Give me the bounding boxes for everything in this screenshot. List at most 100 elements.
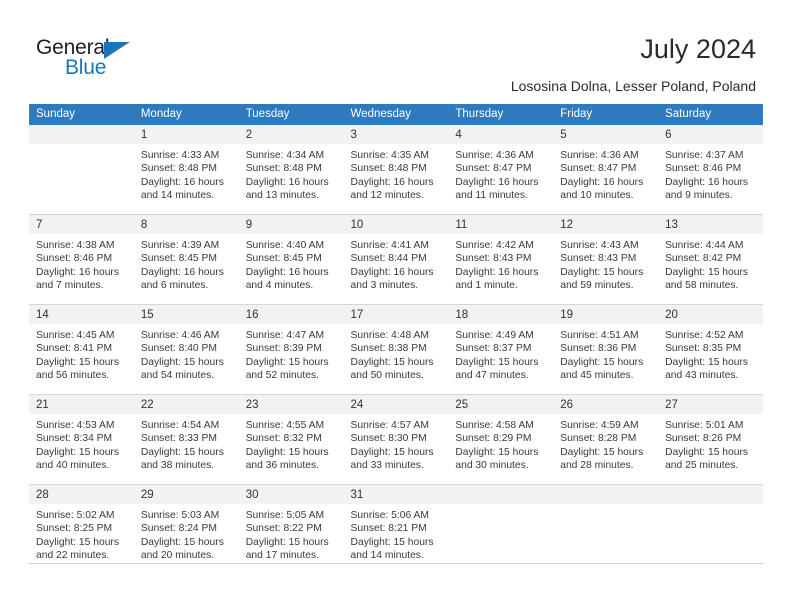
day-detail-line: Sunrise: 4:49 AM bbox=[455, 330, 534, 341]
calendar-day-cell[interactable]: 4 Sunrise: 4:36 AM Sunset: 8:47 PM Daylight… bbox=[448, 125, 554, 215]
calendar-bottom-divider bbox=[29, 563, 763, 564]
calendar-day-cell[interactable]: 24 Sunrise: 4:57 AM Sunset: 8:30 PM Dayligh… bbox=[343, 394, 449, 485]
day-detail-line: Daylight: 15 hours bbox=[665, 266, 749, 278]
day-detail-line: and 14 minutes. bbox=[350, 549, 424, 561]
day-details: Sunrise: 4:54 AM Sunset: 8:33 PM Daylight:… bbox=[134, 414, 239, 472]
day-details: Sunrise: 5:06 AM Sunset: 8:21 PM Daylight:… bbox=[344, 504, 449, 562]
calendar-day-cell[interactable]: 13 Sunrise: 4:44 AM Sunset: 8:42 PM Dayligh… bbox=[658, 214, 763, 305]
day-detail-line: Sunset: 8:43 PM bbox=[455, 253, 532, 265]
day-detail-line: Daylight: 15 hours bbox=[665, 356, 749, 368]
day-detail-line: Sunset: 8:45 PM bbox=[245, 253, 322, 265]
calendar-day-cell[interactable]: 27 Sunrise: 5:01 AM Sunset: 8:26 PM Dayligh… bbox=[658, 394, 763, 485]
day-detail-line: and 9 minutes. bbox=[665, 189, 733, 201]
day-detail-line: Sunset: 8:30 PM bbox=[350, 433, 427, 445]
day-detail-line: and 25 minutes. bbox=[665, 459, 739, 471]
day-details: Sunrise: 4:46 AM Sunset: 8:40 PM Daylight:… bbox=[134, 324, 239, 382]
calendar-day-cell-empty bbox=[29, 125, 134, 215]
calendar-day-cell[interactable]: 8 Sunrise: 4:39 AM Sunset: 8:45 PM Daylight… bbox=[133, 214, 239, 305]
day-detail-line: Daylight: 15 hours bbox=[560, 356, 644, 368]
calendar-day-cell[interactable]: 10 Sunrise: 4:41 AM Sunset: 8:44 PM Dayligh… bbox=[343, 214, 449, 305]
day-number bbox=[553, 485, 659, 504]
calendar-day-cell[interactable]: 9 Sunrise: 4:40 AM Sunset: 8:45 PM Daylight… bbox=[238, 214, 344, 305]
calendar-week-row: 14 Sunrise: 4:45 AM Sunset: 8:41 PM Dayligh… bbox=[29, 304, 763, 395]
weekday-header-tuesday: Tuesday bbox=[238, 104, 344, 125]
calendar-day-cell[interactable]: 2 Sunrise: 4:34 AM Sunset: 8:48 PM Daylight… bbox=[238, 125, 344, 215]
day-details bbox=[448, 504, 553, 509]
day-detail-line: Sunrise: 4:42 AM bbox=[455, 240, 534, 251]
calendar-day-cell[interactable]: 31 Sunrise: 5:06 AM Sunset: 8:21 PM Dayligh… bbox=[343, 484, 449, 574]
day-detail-line: Sunrise: 4:58 AM bbox=[455, 420, 534, 431]
day-detail-line: Sunrise: 4:54 AM bbox=[140, 420, 220, 431]
calendar-day-cell[interactable]: 28 Sunrise: 5:02 AM Sunset: 8:25 PM Dayligh… bbox=[29, 484, 134, 574]
day-details: Sunrise: 4:34 AM Sunset: 8:48 PM Daylight:… bbox=[239, 144, 344, 202]
day-detail-line: Daylight: 15 hours bbox=[665, 446, 749, 458]
calendar-day-cell[interactable]: 20 Sunrise: 4:52 AM Sunset: 8:35 PM Dayligh… bbox=[658, 304, 763, 395]
day-detail-line: and 13 minutes. bbox=[245, 189, 319, 201]
day-detail-line: and 30 minutes. bbox=[455, 459, 529, 471]
weekday-header-friday: Friday bbox=[553, 104, 659, 125]
calendar-day-cell[interactable]: 25 Sunrise: 4:58 AM Sunset: 8:29 PM Dayligh… bbox=[448, 394, 554, 485]
day-detail-line: and 10 minutes. bbox=[560, 189, 634, 201]
day-detail-line: Daylight: 16 hours bbox=[455, 266, 539, 278]
day-number: 19 bbox=[553, 305, 659, 324]
calendar-day-cell[interactable]: 19 Sunrise: 4:51 AM Sunset: 8:36 PM Dayligh… bbox=[553, 304, 659, 395]
day-number: 20 bbox=[658, 305, 763, 324]
page-subtitle-location: Lososina Dolna, Lesser Poland, Poland bbox=[510, 78, 756, 94]
day-cell-inner: 4 Sunrise: 4:36 AM Sunset: 8:47 PM Daylight… bbox=[448, 125, 554, 214]
day-number: 29 bbox=[133, 485, 239, 504]
calendar-day-cell[interactable]: 14 Sunrise: 4:45 AM Sunset: 8:41 PM Dayligh… bbox=[29, 304, 134, 395]
day-details bbox=[553, 504, 658, 509]
day-number: 14 bbox=[29, 305, 134, 324]
day-detail-line: and 12 minutes. bbox=[350, 189, 424, 201]
day-cell-inner bbox=[658, 485, 763, 574]
day-detail-line: Sunset: 8:47 PM bbox=[560, 163, 637, 175]
day-details: Sunrise: 4:37 AM Sunset: 8:46 PM Daylight:… bbox=[658, 144, 763, 202]
day-detail-line: Daylight: 16 hours bbox=[350, 176, 434, 188]
calendar-day-cell[interactable]: 15 Sunrise: 4:46 AM Sunset: 8:40 PM Dayligh… bbox=[133, 304, 239, 395]
day-cell-inner: 3 Sunrise: 4:35 AM Sunset: 8:48 PM Daylight… bbox=[343, 125, 449, 214]
day-number bbox=[448, 485, 554, 504]
calendar-day-cell[interactable]: 11 Sunrise: 4:42 AM Sunset: 8:43 PM Dayligh… bbox=[448, 214, 554, 305]
calendar-day-cell[interactable]: 29 Sunrise: 5:03 AM Sunset: 8:24 PM Dayligh… bbox=[133, 484, 239, 574]
calendar-day-cell[interactable]: 22 Sunrise: 4:54 AM Sunset: 8:33 PM Dayligh… bbox=[133, 394, 239, 485]
day-detail-line: Sunrise: 4:57 AM bbox=[350, 420, 429, 431]
day-details: Sunrise: 4:42 AM Sunset: 8:43 PM Daylight:… bbox=[448, 234, 553, 292]
day-detail-line: and 20 minutes. bbox=[140, 549, 215, 561]
calendar-day-cell[interactable]: 1 Sunrise: 4:33 AM Sunset: 8:48 PM Daylight… bbox=[133, 125, 239, 215]
day-details: Sunrise: 4:47 AM Sunset: 8:39 PM Daylight:… bbox=[239, 324, 344, 382]
day-details: Sunrise: 4:51 AM Sunset: 8:36 PM Daylight:… bbox=[553, 324, 658, 382]
day-detail-line: and 54 minutes. bbox=[140, 369, 215, 381]
day-details: Sunrise: 4:55 AM Sunset: 8:32 PM Daylight:… bbox=[239, 414, 344, 472]
calendar-day-cell[interactable]: 5 Sunrise: 4:36 AM Sunset: 8:47 PM Daylight… bbox=[553, 125, 659, 215]
calendar-day-cell[interactable]: 6 Sunrise: 4:37 AM Sunset: 8:46 PM Daylight… bbox=[658, 125, 763, 215]
day-details: Sunrise: 4:33 AM Sunset: 8:48 PM Daylight:… bbox=[134, 144, 239, 202]
calendar-day-cell[interactable]: 23 Sunrise: 4:55 AM Sunset: 8:32 PM Dayligh… bbox=[238, 394, 344, 485]
calendar-day-cell[interactable]: 7 Sunrise: 4:38 AM Sunset: 8:46 PM Daylight… bbox=[29, 214, 134, 305]
day-number: 10 bbox=[343, 215, 449, 234]
day-detail-line: Daylight: 15 hours bbox=[140, 446, 224, 458]
calendar-day-cell[interactable]: 18 Sunrise: 4:49 AM Sunset: 8:37 PM Dayligh… bbox=[448, 304, 554, 395]
day-detail-line: Daylight: 15 hours bbox=[455, 356, 539, 368]
calendar-day-cell[interactable]: 3 Sunrise: 4:35 AM Sunset: 8:48 PM Daylight… bbox=[343, 125, 449, 215]
calendar-day-cell[interactable]: 21 Sunrise: 4:53 AM Sunset: 8:34 PM Dayligh… bbox=[29, 394, 134, 485]
day-details: Sunrise: 4:44 AM Sunset: 8:42 PM Daylight:… bbox=[658, 234, 763, 292]
day-detail-line: and 59 minutes. bbox=[560, 279, 634, 291]
day-detail-line: Daylight: 15 hours bbox=[140, 356, 224, 368]
day-detail-line: Daylight: 15 hours bbox=[350, 536, 434, 548]
calendar-day-cell[interactable]: 30 Sunrise: 5:05 AM Sunset: 8:22 PM Dayligh… bbox=[238, 484, 344, 574]
day-detail-line: Sunset: 8:21 PM bbox=[350, 523, 427, 535]
calendar-day-cell[interactable]: 16 Sunrise: 4:47 AM Sunset: 8:39 PM Dayligh… bbox=[238, 304, 344, 395]
day-detail-line: Sunset: 8:34 PM bbox=[36, 433, 113, 445]
calendar-day-cell[interactable]: 26 Sunrise: 4:59 AM Sunset: 8:28 PM Dayligh… bbox=[553, 394, 659, 485]
calendar-day-cell[interactable]: 12 Sunrise: 4:43 AM Sunset: 8:43 PM Dayligh… bbox=[553, 214, 659, 305]
day-number: 2 bbox=[238, 125, 344, 144]
day-details: Sunrise: 4:40 AM Sunset: 8:45 PM Daylight:… bbox=[239, 234, 344, 292]
day-number: 28 bbox=[29, 485, 134, 504]
day-detail-line: Sunrise: 4:52 AM bbox=[665, 330, 744, 341]
day-detail-line: Sunrise: 4:39 AM bbox=[140, 240, 220, 251]
calendar-day-cell[interactable]: 17 Sunrise: 4:48 AM Sunset: 8:38 PM Dayligh… bbox=[343, 304, 449, 395]
day-detail-line: and 56 minutes. bbox=[36, 369, 110, 381]
day-number: 12 bbox=[553, 215, 659, 234]
day-number: 9 bbox=[238, 215, 344, 234]
day-cell-inner: 21 Sunrise: 4:53 AM Sunset: 8:34 PM Dayligh… bbox=[29, 395, 134, 484]
